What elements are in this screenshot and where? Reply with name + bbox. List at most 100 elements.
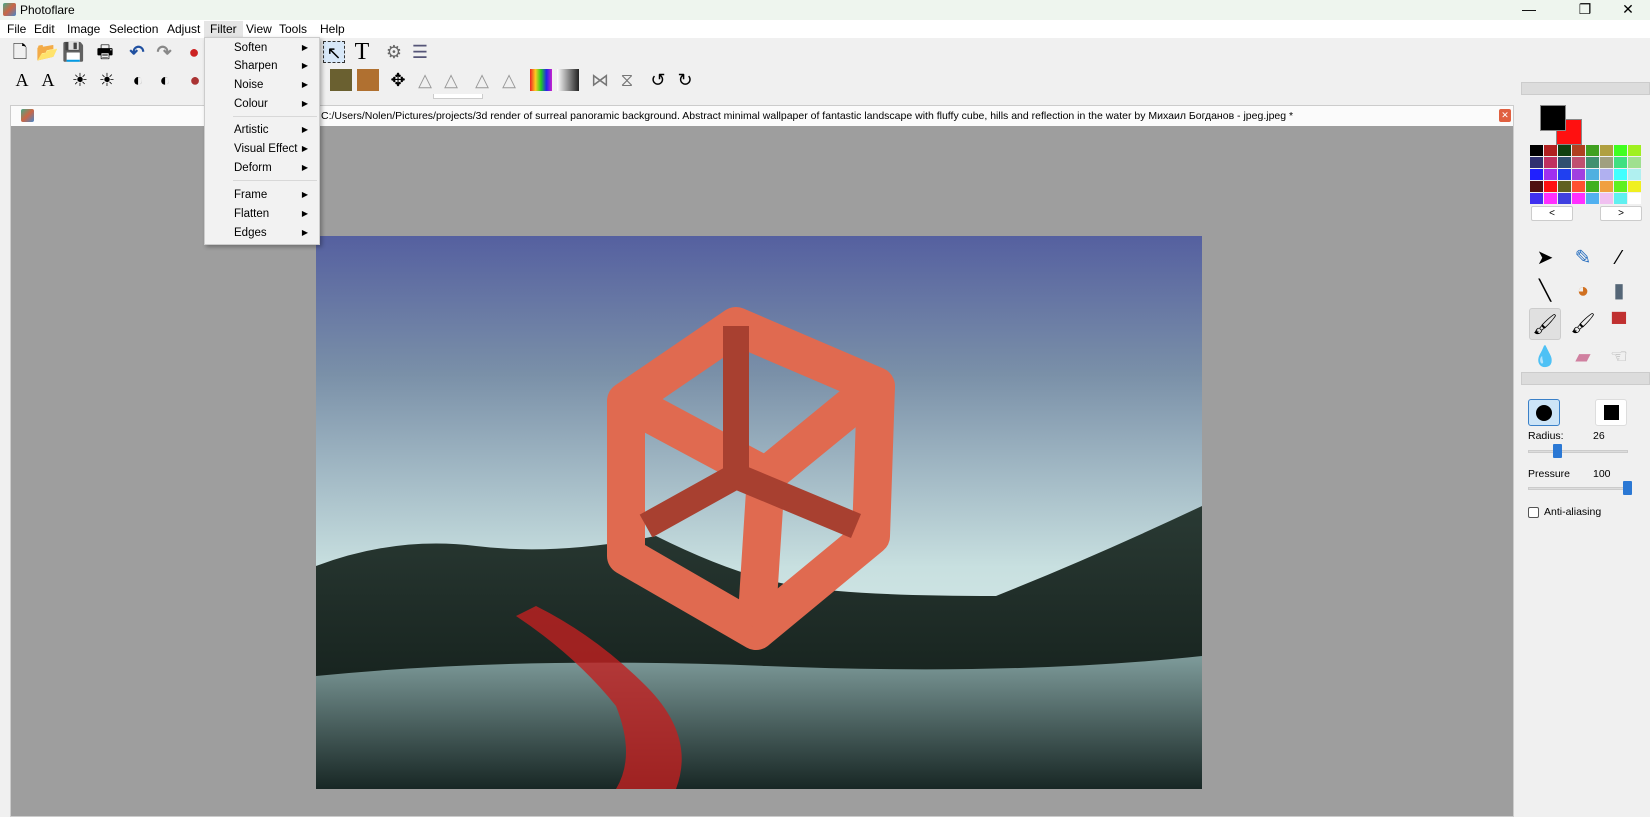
triangle-icon[interactable]: △ <box>471 69 493 91</box>
palette-swatch[interactable] <box>1572 181 1585 192</box>
line-tool-icon[interactable]: ╲ <box>1529 275 1561 307</box>
palette-swatch[interactable] <box>1628 193 1641 204</box>
close-document-icon[interactable]: ✕ <box>1499 109 1511 122</box>
close-button[interactable]: ✕ <box>1606 0 1650 20</box>
brightness-down-icon[interactable]: ☀ <box>69 69 91 91</box>
new-file-icon[interactable]: 🗋 <box>9 41 31 63</box>
rotate-left-icon[interactable]: ↺ <box>647 69 669 91</box>
undo-icon[interactable]: ↶ <box>126 41 148 63</box>
radius-slider-track[interactable] <box>1528 450 1628 453</box>
palette-swatch[interactable] <box>1530 193 1543 204</box>
menu-help[interactable]: Help <box>314 21 351 37</box>
menu-item-deform[interactable]: Deform ▶ <box>234 159 318 177</box>
color-channels-icon[interactable]: ● <box>183 41 205 63</box>
menu-image[interactable]: Image <box>61 21 106 37</box>
blur-drop-tool-icon[interactable]: 💧 <box>1529 341 1561 373</box>
selection-tool-icon[interactable]: ↖ <box>323 41 345 63</box>
palette-swatch[interactable] <box>1614 145 1627 156</box>
palette-next-button[interactable]: > <box>1600 206 1642 221</box>
palette-swatch[interactable] <box>1586 181 1599 192</box>
font-icon[interactable]: A <box>11 69 33 91</box>
contrast-up-icon[interactable]: ◐ <box>154 69 176 91</box>
text-tool-icon[interactable]: T <box>351 40 373 64</box>
palette-swatch[interactable] <box>1628 181 1641 192</box>
palette-swatch[interactable] <box>1586 157 1599 168</box>
menu-item-noise[interactable]: Noise ▶ <box>234 76 318 94</box>
landscape-warm-icon[interactable] <box>357 69 379 91</box>
move-icon[interactable]: ✥ <box>387 69 409 91</box>
palette-swatch[interactable] <box>1628 145 1641 156</box>
palette-swatch[interactable] <box>1558 157 1571 168</box>
print-icon[interactable]: 🖶 <box>94 41 116 63</box>
minimize-button[interactable]: — <box>1507 0 1551 20</box>
brightness-up-icon[interactable]: ☀ <box>96 69 118 91</box>
contrast-down-icon[interactable]: ◐ <box>127 69 149 91</box>
paintbrush-tool-icon[interactable]: 🖌 <box>1529 308 1561 340</box>
smudge-tool-icon[interactable]: ☜ <box>1603 341 1635 373</box>
palette-swatch[interactable] <box>1600 169 1613 180</box>
menu-item-edges[interactable]: Edges ▶ <box>234 224 318 242</box>
palette-swatch[interactable] <box>1600 181 1613 192</box>
palette-swatch[interactable] <box>1614 157 1627 168</box>
palette-swatch[interactable] <box>1614 169 1627 180</box>
pressure-slider-thumb[interactable] <box>1623 481 1632 495</box>
sepia-icon[interactable]: ● <box>184 69 206 91</box>
open-folder-icon[interactable]: 📂 <box>36 41 58 63</box>
palette-swatch[interactable] <box>1558 181 1571 192</box>
anti-aliasing-checkbox[interactable] <box>1528 507 1539 518</box>
landscape-filter-icon[interactable] <box>330 69 352 91</box>
cones-icon[interactable]: △ <box>440 69 462 91</box>
flip-vertical-icon[interactable]: ⧖ <box>616 69 638 91</box>
palette-swatch[interactable] <box>1558 193 1571 204</box>
palette-swatch[interactable] <box>1558 145 1571 156</box>
pointer-tool-icon[interactable]: ➤ <box>1529 242 1561 274</box>
palette-swatch[interactable] <box>1586 193 1599 204</box>
palette-prev-button[interactable]: < <box>1531 206 1573 221</box>
menu-adjust[interactable]: Adjust <box>161 21 206 37</box>
clone-stamp-tool-icon[interactable]: ▀ <box>1603 308 1635 340</box>
menu-item-sharpen[interactable]: Sharpen ▶ <box>234 57 318 75</box>
pressure-slider-track[interactable] <box>1528 487 1628 490</box>
palette-swatch[interactable] <box>1600 193 1613 204</box>
save-icon[interactable]: 💾 <box>62 41 84 63</box>
palette-swatch[interactable] <box>1530 169 1543 180</box>
spray-can-tool-icon[interactable]: ▮ <box>1603 275 1635 307</box>
palette-swatch[interactable] <box>1558 169 1571 180</box>
menu-item-colour[interactable]: Colour ▶ <box>234 95 318 113</box>
menu-item-artistic[interactable]: Artistic ▶ <box>234 121 318 139</box>
settings-gear-icon[interactable]: ⚙ <box>383 41 405 63</box>
palette-swatch[interactable] <box>1600 145 1613 156</box>
palette-swatch[interactable] <box>1614 181 1627 192</box>
gradient-icon[interactable] <box>557 69 579 91</box>
flip-horizontal-icon[interactable]: ⋈ <box>589 69 611 91</box>
palette-swatch[interactable] <box>1600 157 1613 168</box>
palette-swatch[interactable] <box>1544 169 1557 180</box>
menu-selection[interactable]: Selection <box>103 21 164 37</box>
menu-filter[interactable]: Filter <box>204 21 243 37</box>
palette-swatch[interactable] <box>1572 193 1585 204</box>
menu-item-visual-effect[interactable]: Visual Effect ▶ <box>234 140 318 158</box>
rainbow-icon[interactable] <box>530 69 552 91</box>
menu-edit[interactable]: Edit <box>28 21 61 37</box>
palette-swatch[interactable] <box>1544 181 1557 192</box>
palette-swatch[interactable] <box>1544 193 1557 204</box>
palette-swatch[interactable] <box>1544 145 1557 156</box>
palette-swatch[interactable] <box>1586 145 1599 156</box>
rotate-right-icon[interactable]: ↻ <box>674 69 696 91</box>
palette-swatch[interactable] <box>1530 145 1543 156</box>
paint-bucket-tool-icon[interactable]: ◕ <box>1567 275 1599 307</box>
palette-swatch[interactable] <box>1586 169 1599 180</box>
cone-icon[interactable]: △ <box>414 69 436 91</box>
menu-item-frame[interactable]: Frame ▶ <box>234 186 318 204</box>
maximize-button[interactable]: ❐ <box>1563 0 1607 20</box>
magic-wand-tool-icon[interactable]: ⁄ <box>1603 242 1635 274</box>
menu-tools[interactable]: Tools <box>273 21 313 37</box>
menu-item-flatten[interactable]: Flatten ▶ <box>234 205 318 223</box>
image-canvas[interactable] <box>316 236 1202 789</box>
palette-swatch[interactable] <box>1572 169 1585 180</box>
round-brush-button[interactable] <box>1528 399 1560 426</box>
menu-item-soften[interactable]: Soften ▶ <box>234 39 318 57</box>
smart-brush-tool-icon[interactable]: 🖌 <box>1567 308 1599 340</box>
palette-swatch[interactable] <box>1530 181 1543 192</box>
palette-swatch[interactable] <box>1544 157 1557 168</box>
